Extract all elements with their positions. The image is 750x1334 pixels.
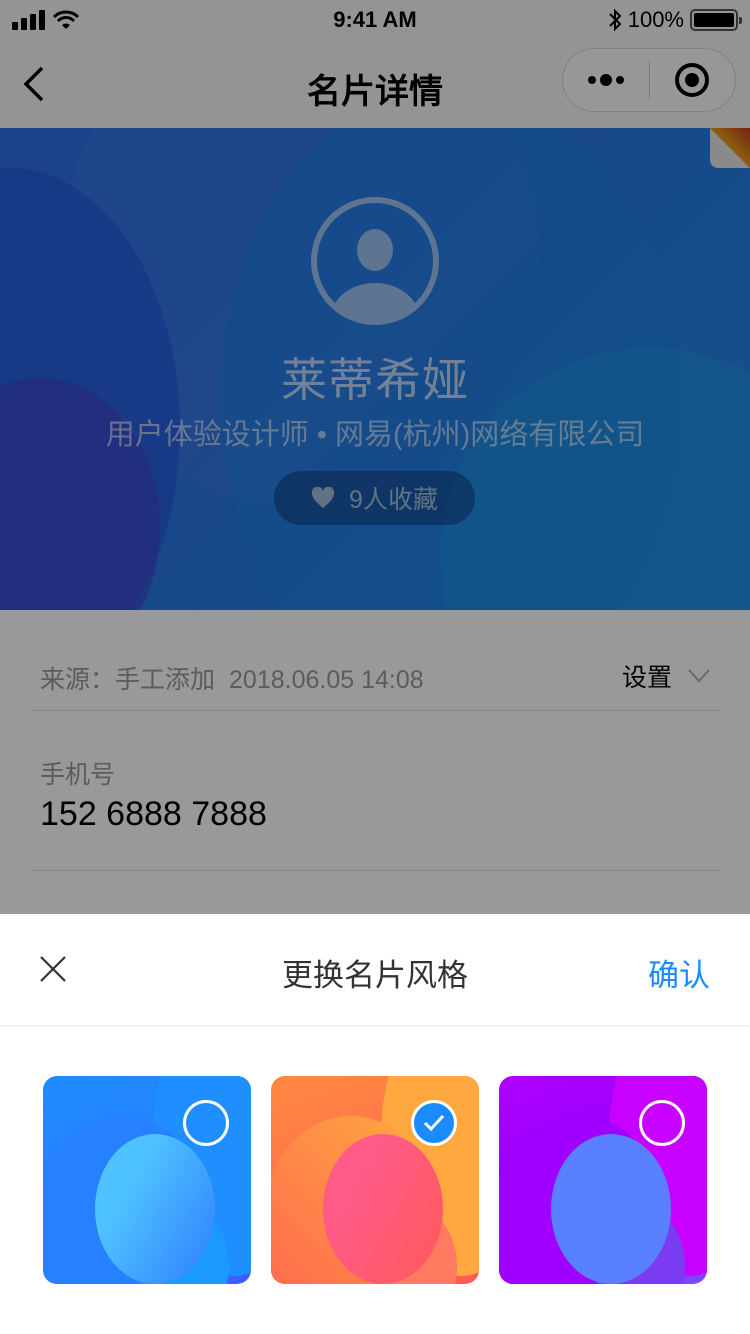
radio-unchecked-icon[interactable] xyxy=(639,1100,685,1146)
confirm-button[interactable]: 确认 xyxy=(648,950,710,995)
style-option-orange[interactable] xyxy=(271,1076,479,1284)
style-options xyxy=(43,1076,707,1284)
sheet-header: 更换名片风格 确认 xyxy=(0,914,750,1026)
sheet-title: 更换名片风格 xyxy=(282,958,468,993)
modal-backdrop[interactable] xyxy=(0,0,750,914)
radio-unchecked-icon[interactable] xyxy=(183,1100,229,1146)
style-option-purple[interactable] xyxy=(499,1076,707,1284)
radio-checked-icon[interactable] xyxy=(411,1100,457,1146)
style-picker-sheet: 更换名片风格 确认 xyxy=(0,914,750,1334)
style-option-blue[interactable] xyxy=(43,1076,251,1284)
